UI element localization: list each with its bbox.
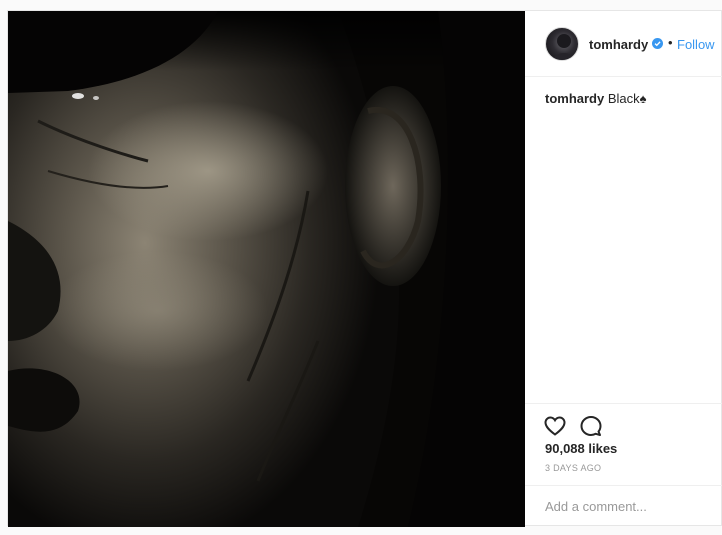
username-link[interactable]: tomhardy	[589, 37, 648, 52]
caption-text: Black♠	[607, 91, 647, 106]
post-caption: tomhardy Black♠	[545, 91, 647, 106]
follow-button[interactable]: Follow	[677, 37, 715, 52]
comment-section	[525, 485, 722, 527]
heart-icon[interactable]	[543, 414, 567, 438]
post-sidebar: tomhardy • Follow tomhardy Black♠ 90,088…	[525, 11, 722, 527]
likes-count[interactable]: 90,088 likes	[545, 441, 617, 456]
comment-bubble-icon[interactable]	[579, 414, 603, 438]
caption-username[interactable]: tomhardy	[545, 91, 604, 106]
verified-badge-icon	[652, 38, 663, 49]
avatar[interactable]	[545, 27, 579, 61]
post-timestamp[interactable]: 3 DAYS AGO	[545, 463, 601, 473]
post-photo[interactable]	[8, 11, 525, 527]
separator-dot: •	[668, 35, 673, 50]
action-bar	[525, 403, 722, 436]
comment-input[interactable]	[545, 496, 705, 516]
portrait-image	[8, 11, 525, 527]
post-header: tomhardy • Follow	[525, 11, 722, 77]
post-card: tomhardy • Follow tomhardy Black♠ 90,088…	[7, 10, 722, 527]
